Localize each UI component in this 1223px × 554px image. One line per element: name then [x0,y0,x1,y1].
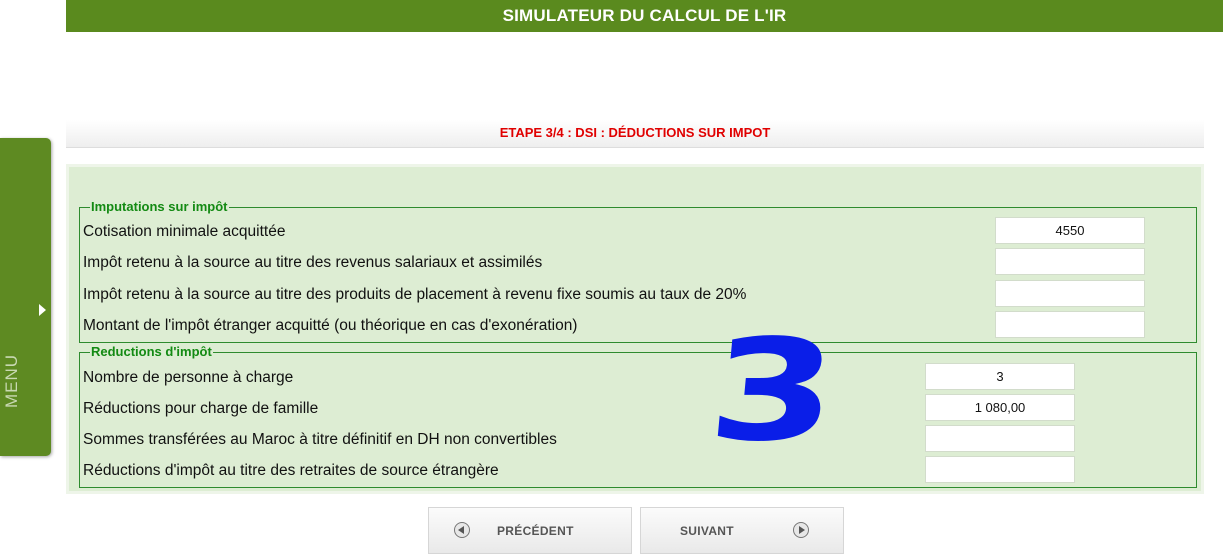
step-number-overlay: 3 [702,310,844,473]
next-button[interactable]: SUIVANT [640,507,844,554]
previous-button[interactable]: PRÉCÉDENT [428,507,632,554]
impot-placement-input[interactable] [995,280,1145,307]
step-title: ETAPE 3/4 : DSI : DÉDUCTIONS SUR IMPOT [66,120,1204,148]
arrow-left-circle-icon [454,522,470,538]
sommes-transferees-input[interactable] [925,425,1075,452]
side-menu-label: MENU [2,353,21,408]
imputations-legend: Imputations sur impôt [91,199,228,214]
page-title: SIMULATEUR DU CALCUL DE L'IR [66,0,1223,32]
retraites-etrangeres-label: Réductions d'impôt au titre des retraite… [83,462,499,479]
previous-button-label: PRÉCÉDENT [497,524,574,538]
impot-salaires-input[interactable] [995,248,1145,275]
cotisation-minimale-input[interactable]: 4550 [995,217,1145,244]
impot-placement-label: Impôt retenu à la source au titre des pr… [83,286,747,303]
arrow-right-circle-icon [793,522,809,538]
chevron-right-icon [39,304,46,316]
impot-etranger-label: Montant de l'impôt étranger acquitté (ou… [83,317,578,334]
personnes-charge-input[interactable]: 3 [925,363,1075,390]
side-menu-tab[interactable]: MENU [0,138,51,456]
impot-etranger-input[interactable] [995,311,1145,338]
next-button-label: SUIVANT [680,524,734,538]
reduction-famille-input[interactable]: 1 080,00 [925,394,1075,421]
personnes-charge-label: Nombre de personne à charge [83,369,294,386]
retraites-etrangeres-input[interactable] [925,456,1075,483]
sommes-transferees-label: Sommes transférées au Maroc à titre défi… [83,431,557,448]
cotisation-minimale-label: Cotisation minimale acquittée [83,223,286,240]
impot-salaires-label: Impôt retenu à la source au titre des re… [83,254,543,271]
reduction-famille-label: Réductions pour charge de famille [83,400,319,417]
reductions-legend: Reductions d'impôt [91,344,212,359]
